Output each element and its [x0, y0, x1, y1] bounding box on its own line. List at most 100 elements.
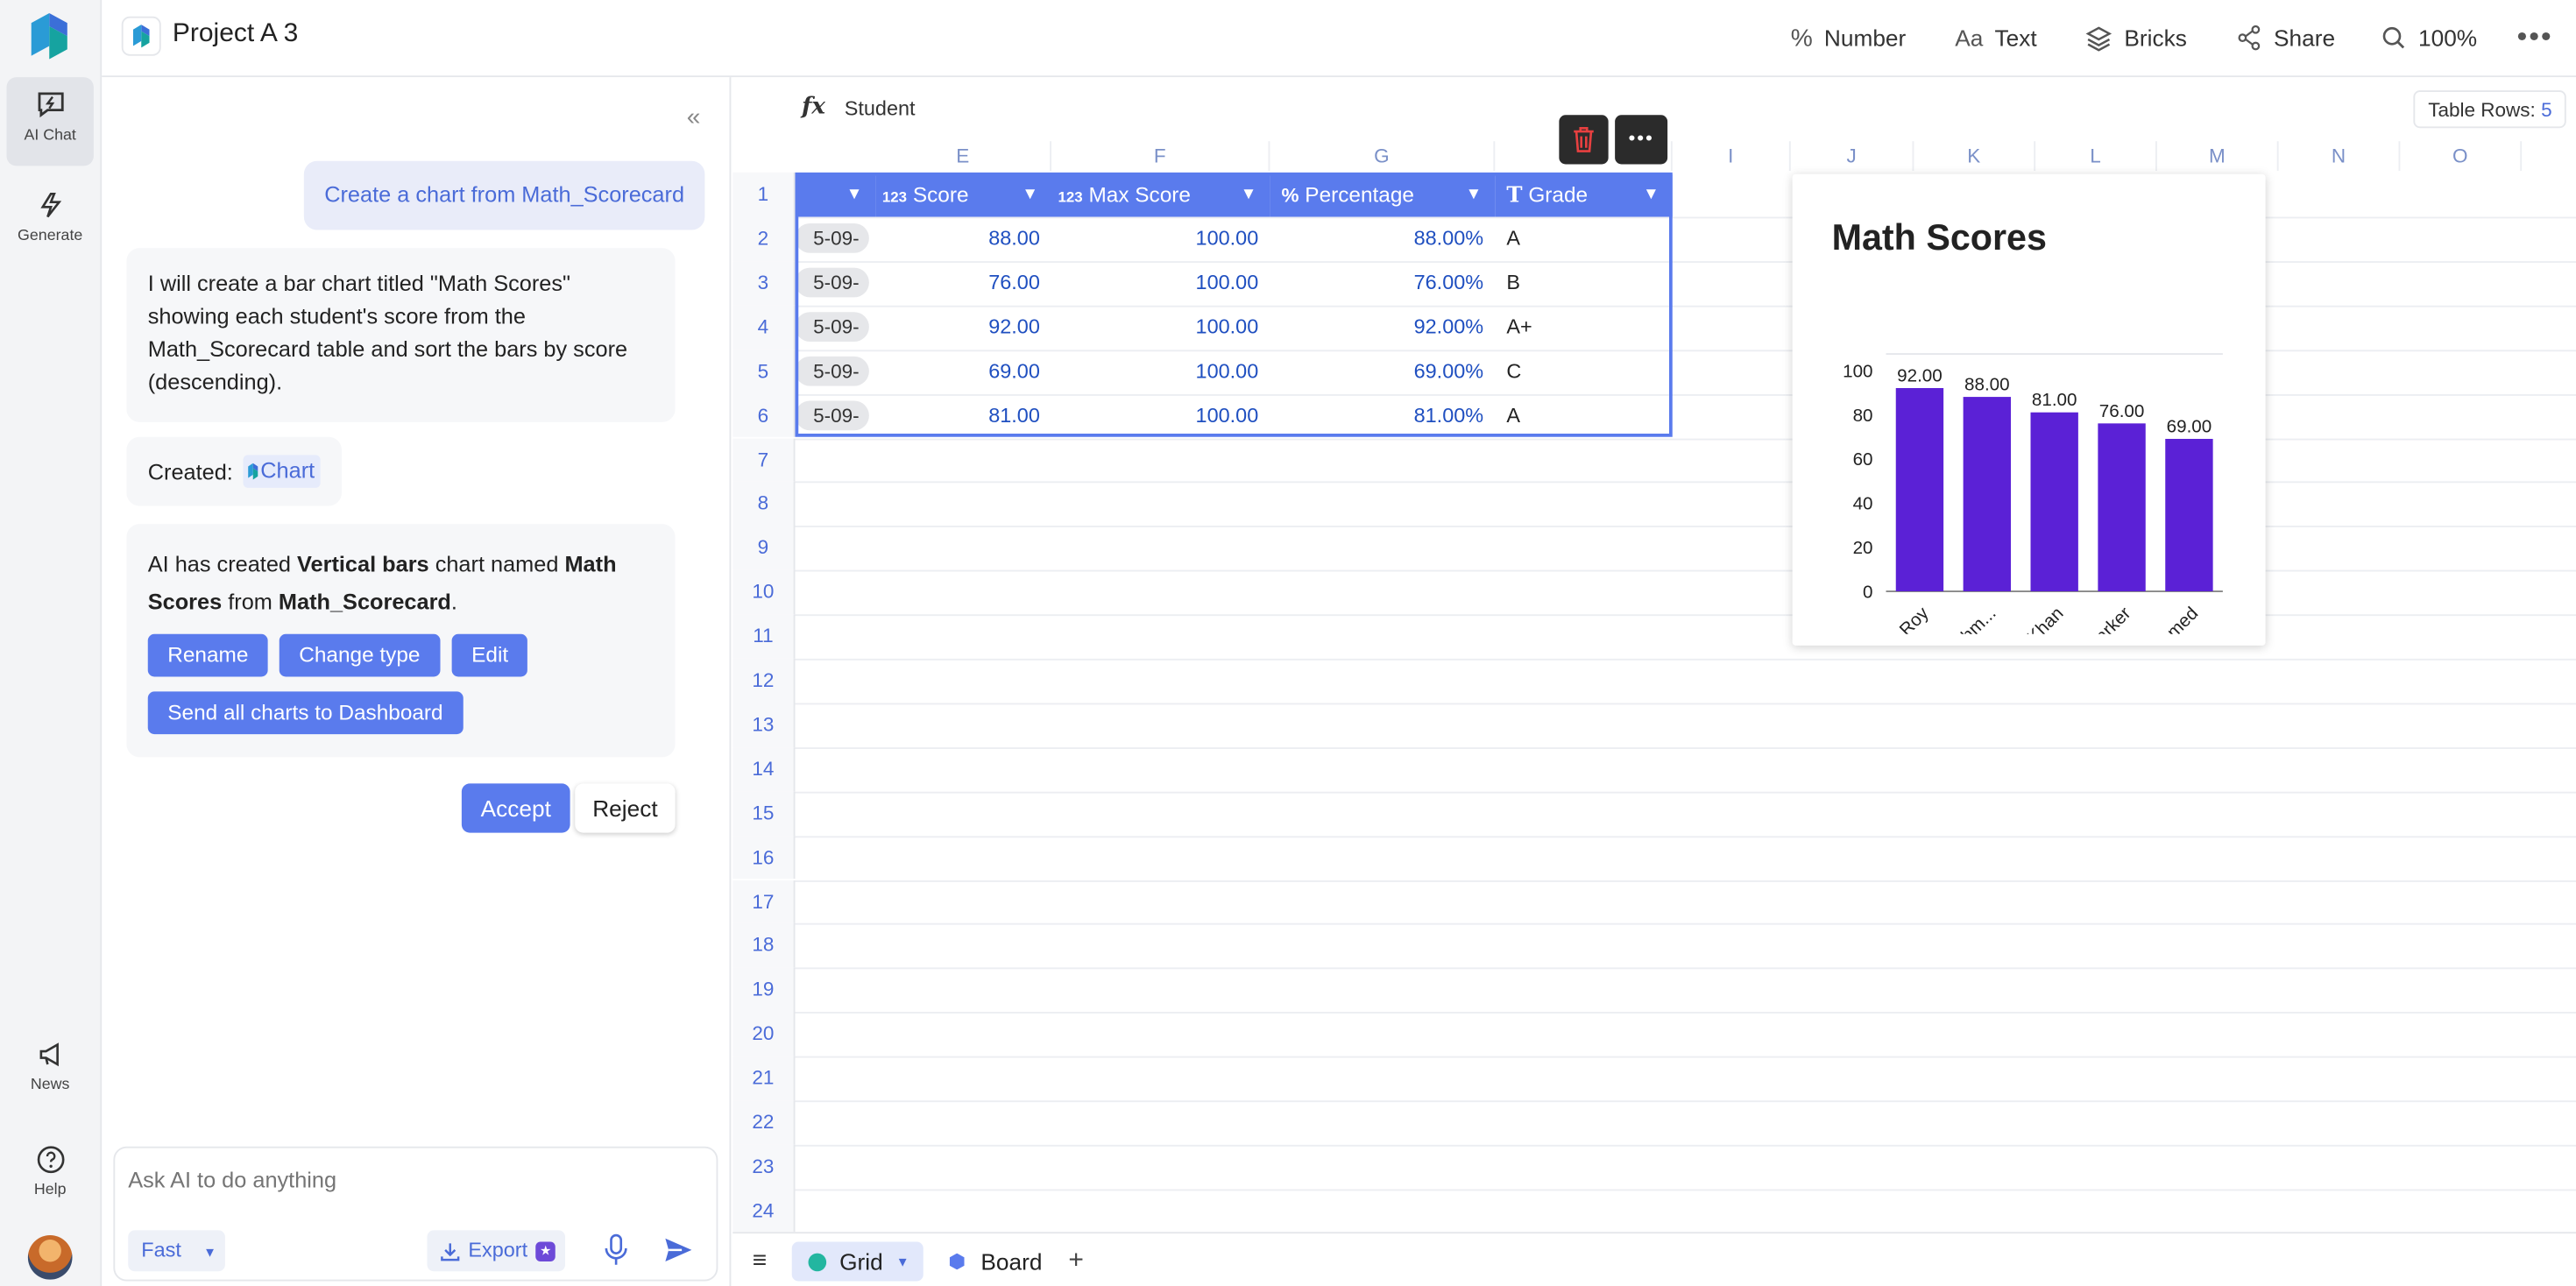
max-score-cell[interactable]: 100.00 [1051, 350, 1270, 392]
tab-grid[interactable]: Grid ▼ [791, 1241, 924, 1282]
chat-input[interactable] [128, 1162, 687, 1196]
mode-select[interactable]: Fast ▼ [128, 1230, 225, 1272]
chevron-down-icon[interactable]: ▼ [1241, 174, 1257, 217]
score-cell[interactable]: 76.00 [875, 261, 1051, 304]
percentage-cell[interactable]: 88.00% [1270, 217, 1495, 260]
chevron-down-icon[interactable]: ▼ [1643, 174, 1660, 217]
row-number[interactable]: 12 [732, 658, 796, 703]
tab-board[interactable]: Board [940, 1242, 1042, 1282]
percentage-cell[interactable]: 76.00% [1270, 261, 1495, 304]
created-chart-link[interactable]: Chart [242, 455, 320, 488]
collapse-panel-icon[interactable]: « [687, 103, 701, 131]
chevron-down-icon[interactable]: ▼ [896, 1254, 909, 1269]
col-header-m[interactable]: M [2157, 141, 2279, 171]
chart-card[interactable]: Math Scores 0 20 40 60 80 100 92.00 Chandra Roy… [1792, 173, 2266, 646]
header-percentage[interactable]: % Percentage ▼ [1270, 173, 1496, 217]
share-button[interactable]: Share [2236, 20, 2335, 56]
grade-cell[interactable]: A [1495, 393, 1673, 436]
add-tab-button[interactable]: + [1059, 1247, 1093, 1276]
score-cell[interactable]: 81.00 [875, 393, 1051, 436]
date-cell[interactable]: 5-09-20 [795, 399, 869, 430]
date-cell[interactable]: 5-09-20 [795, 356, 869, 386]
rail-news[interactable]: News [7, 1040, 94, 1113]
row-number[interactable]: 17 [732, 880, 796, 924]
col-header-e[interactable]: E [875, 141, 1051, 171]
number-format-button[interactable]: % Number [1791, 20, 1907, 56]
send-icon[interactable] [664, 1237, 694, 1263]
date-cell[interactable]: 5-09-20 [795, 311, 869, 342]
max-score-cell[interactable]: 100.00 [1051, 217, 1270, 260]
microphone-icon[interactable] [603, 1233, 629, 1267]
score-cell[interactable]: 92.00 [875, 305, 1051, 348]
col-header-i[interactable]: I [1673, 141, 1791, 171]
header-score[interactable]: 123 Score ▼ [875, 173, 1051, 217]
col-header-j[interactable]: J [1791, 141, 1914, 171]
bricks-button[interactable]: Bricks [2084, 20, 2187, 56]
grade-cell[interactable]: A [1495, 217, 1673, 260]
header-grade[interactable]: T Grade ▼ [1495, 173, 1673, 217]
user-avatar[interactable] [27, 1235, 73, 1280]
grade-cell[interactable]: A+ [1495, 305, 1673, 348]
rename-button[interactable]: Rename [147, 633, 268, 677]
row-number[interactable]: 6 [732, 393, 796, 438]
percentage-cell[interactable]: 69.00% [1270, 350, 1495, 392]
row-number[interactable]: 10 [732, 569, 796, 615]
row-number[interactable]: 13 [732, 703, 796, 747]
project-icon[interactable] [121, 16, 161, 56]
change-type-button[interactable]: Change type [279, 633, 441, 677]
send-to-dashboard-button[interactable]: Send all charts to Dashboard [147, 691, 464, 735]
app-logo[interactable] [31, 13, 67, 64]
col-header-o[interactable]: O [2400, 141, 2523, 171]
row-number[interactable]: 2 [732, 216, 796, 261]
chevron-down-icon[interactable]: ▼ [1466, 174, 1483, 217]
percentage-cell[interactable]: 92.00% [1270, 305, 1495, 348]
row-number[interactable]: 21 [732, 1056, 796, 1101]
row-number[interactable]: 15 [732, 791, 796, 836]
grade-cell[interactable]: B [1495, 261, 1673, 304]
row-number[interactable]: 20 [732, 1012, 796, 1056]
row-number[interactable]: 19 [732, 967, 796, 1013]
date-cell[interactable]: 5-09-20 [795, 267, 869, 298]
rail-ai-chat[interactable]: AI Chat [6, 77, 94, 166]
header-max-score[interactable]: 123 Max Score ▼ [1051, 173, 1270, 217]
project-title[interactable]: Project A 3 [173, 20, 298, 50]
export-button[interactable]: Export ★ [427, 1230, 565, 1272]
row-number[interactable]: 11 [732, 614, 796, 659]
col-header-h[interactable]: H [1495, 141, 1673, 171]
rail-generate[interactable]: Generate [7, 191, 94, 264]
chevron-down-icon[interactable]: ▼ [1022, 174, 1038, 217]
row-number[interactable]: 22 [732, 1100, 796, 1145]
row-number[interactable]: 5 [732, 349, 796, 394]
reject-button[interactable]: Reject [575, 783, 676, 833]
chevron-down-icon[interactable]: ▼ [846, 174, 863, 217]
row-number[interactable]: 14 [732, 746, 796, 792]
edit-button[interactable]: Edit [451, 633, 528, 677]
zoom-button[interactable]: 100% [2381, 20, 2477, 56]
max-score-cell[interactable]: 100.00 [1051, 261, 1270, 304]
col-header-l[interactable]: L [2035, 141, 2157, 171]
row-number[interactable]: 1 [732, 172, 796, 217]
score-cell[interactable]: 88.00 [875, 217, 1051, 260]
row-number[interactable]: 16 [732, 835, 796, 880]
formula-value[interactable]: Student [845, 97, 916, 120]
row-number[interactable]: 7 [732, 437, 796, 483]
header-date-cell[interactable]: ▼ [795, 173, 876, 217]
col-header-g[interactable]: G [1270, 141, 1496, 171]
rail-help[interactable]: Help [7, 1145, 94, 1218]
row-number[interactable]: 24 [732, 1189, 796, 1233]
menu-icon[interactable]: ≡ [753, 1247, 767, 1275]
col-header-k[interactable]: K [1914, 141, 2036, 171]
row-number[interactable]: 23 [732, 1144, 796, 1190]
row-number[interactable]: 4 [732, 305, 796, 350]
score-cell[interactable]: 69.00 [875, 350, 1051, 392]
row-number[interactable]: 9 [732, 526, 796, 570]
grade-cell[interactable]: C [1495, 350, 1673, 392]
col-header-f[interactable]: F [1051, 141, 1270, 171]
date-cell[interactable]: 5-09-20 [795, 223, 869, 253]
percentage-cell[interactable]: 81.00% [1270, 393, 1495, 436]
row-number[interactable]: 8 [732, 482, 796, 526]
row-number[interactable]: 18 [732, 923, 796, 968]
col-header-n[interactable]: N [2279, 141, 2401, 171]
max-score-cell[interactable]: 100.00 [1051, 305, 1270, 348]
text-format-button[interactable]: Aa Text [1955, 20, 2036, 56]
